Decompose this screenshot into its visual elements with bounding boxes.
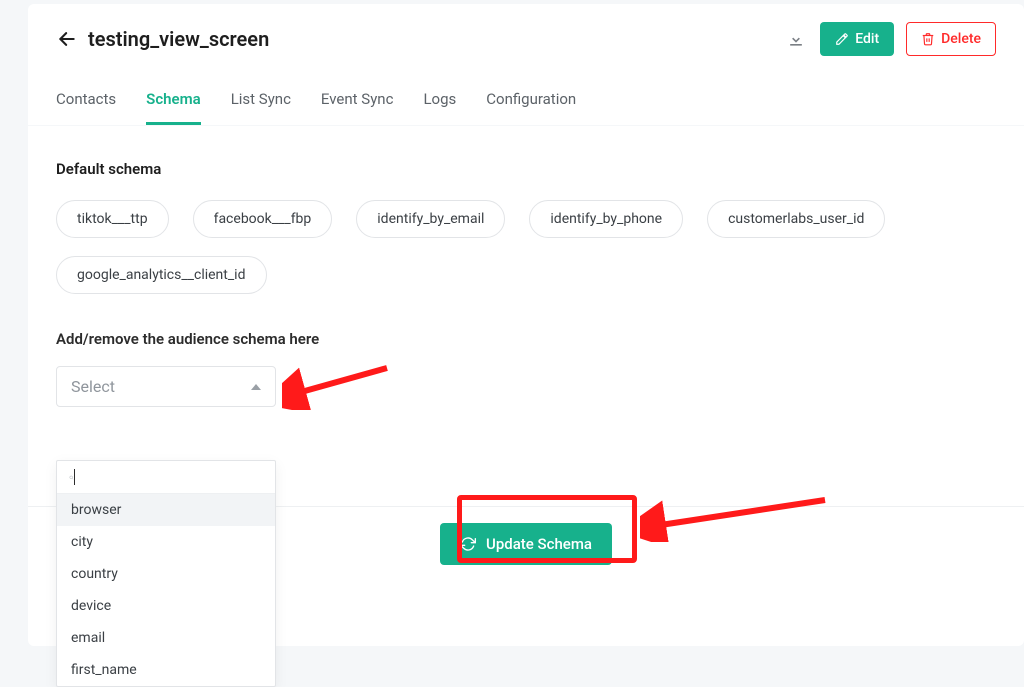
edit-icon [835,32,849,46]
tab-event-sync[interactable]: Event Sync [321,80,394,125]
schema-pill[interactable]: google_analytics__client_id [56,256,267,294]
tab-contacts[interactable]: Contacts [56,80,116,125]
body: Default schema tiktok___ttp facebook___f… [28,126,1024,427]
delete-button[interactable]: Delete [906,22,996,56]
select-placeholder: Select [71,377,115,396]
schema-pill[interactable]: customerlabs_user_id [707,200,885,238]
dropdown-list: browser city country device email first_… [57,494,275,686]
download-button[interactable] [784,27,808,51]
arrow-left-icon [57,29,77,49]
schema-pill[interactable]: facebook___fbp [193,200,333,238]
tab-list-sync[interactable]: List Sync [231,80,291,125]
schema-select-dropdown: browser city country device email first_… [56,460,276,687]
dropdown-search-row [57,461,275,494]
dropdown-option[interactable]: device [57,590,275,622]
tab-configuration[interactable]: Configuration [486,80,576,125]
trash-icon [921,32,935,46]
edit-button[interactable]: Edit [820,22,894,56]
dropdown-option[interactable]: email [57,622,275,654]
dropdown-option[interactable]: city [57,526,275,558]
dropdown-option[interactable]: first_name [57,654,275,686]
schema-pill[interactable]: identify_by_phone [529,200,683,238]
update-schema-button[interactable]: Update Schema [440,523,612,565]
dropdown-search-input[interactable] [82,469,263,485]
schema-pill[interactable]: tiktok___ttp [56,200,169,238]
back-button[interactable] [56,28,78,50]
dropdown-option[interactable]: browser [57,494,275,526]
tab-schema[interactable]: Schema [146,80,201,125]
refresh-icon [460,536,476,552]
default-schema-label: Default schema [56,160,996,178]
download-icon [786,29,806,49]
edit-button-label: Edit [855,31,879,47]
header-row: testing_view_screen Edit Delete [28,4,1024,66]
caret-up-icon [251,384,261,390]
header-actions: Edit Delete [784,22,996,56]
tabs: Contacts Schema List Sync Event Sync Log… [28,80,1024,126]
add-remove-label: Add/remove the audience schema here [56,330,996,348]
delete-button-label: Delete [941,31,981,47]
schema-pills-row: tiktok___ttp facebook___fbp identify_by_… [56,200,996,294]
dropdown-option[interactable]: country [57,558,275,590]
update-schema-label: Update Schema [486,535,592,553]
schema-pill[interactable]: identify_by_email [356,200,505,238]
tab-logs[interactable]: Logs [423,80,456,125]
page-title: testing_view_screen [88,27,784,51]
schema-select[interactable]: Select [56,366,276,407]
